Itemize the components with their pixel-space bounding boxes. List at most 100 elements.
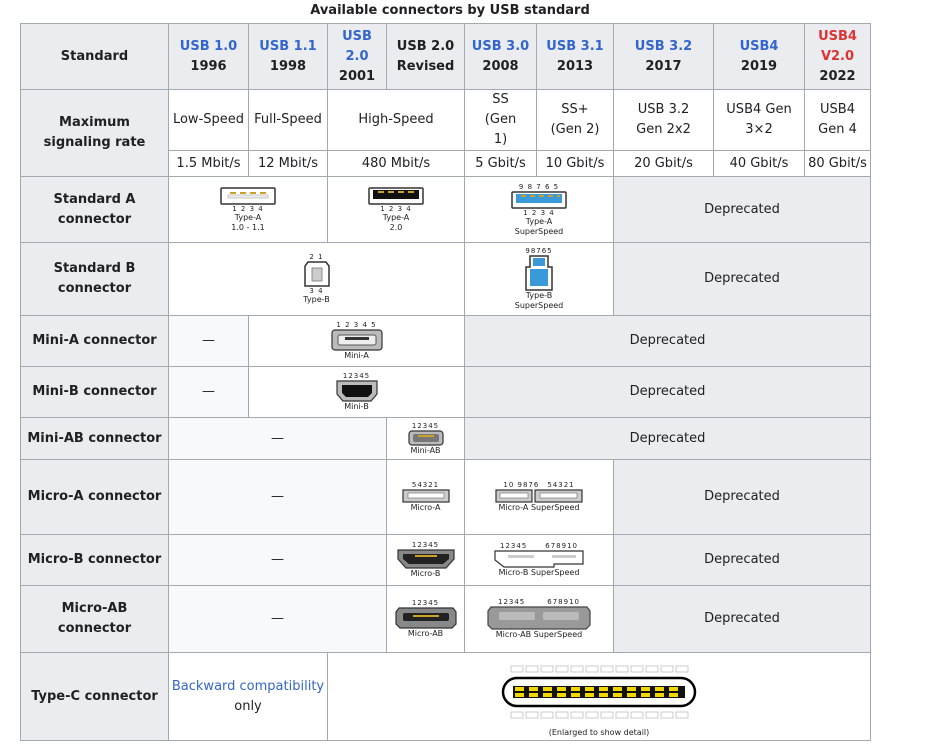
mini-ab-pins: 12345	[411, 421, 440, 430]
version-usb-1-0[interactable]: USB 1.0 1996	[168, 23, 249, 90]
mini-b-dash: —	[168, 366, 249, 418]
micro-ab-dash: —	[168, 585, 387, 653]
rate-cell: 12 Mbit/s	[248, 150, 328, 177]
rate-cell: 1.5 Mbit/s	[168, 150, 249, 177]
backward-compatibility-link[interactable]: Backward compatibility	[171, 677, 325, 697]
mini-ab-deprecated: Deprecated	[464, 417, 871, 460]
mode-cell: SS (Gen 1)	[464, 89, 537, 151]
type-a-2-sub: 2.0	[389, 222, 403, 232]
usb-connectors-table: Standard USB 1.0 1996 USB 1.1 1998 USB 2.0…	[20, 23, 871, 741]
micro-a-ss-cell: 10 9876 54321 Micro-A SuperSpeed	[464, 459, 614, 535]
header-row: Standard USB 1.0 1996 USB 1.1 1998 USB 2.0…	[20, 23, 871, 90]
type-c-compat-cell: Backward compatibility only	[168, 652, 328, 741]
micro-a-deprecated: Deprecated	[613, 459, 871, 535]
version-usb-2-0-revised: USB 2.0 Revised	[386, 23, 465, 90]
mini-b-caption: Mini-B	[344, 402, 369, 411]
mode-cell: Full-Speed	[248, 89, 328, 151]
micro-ab-icon	[394, 607, 457, 629]
micro-b-ss-caption: Micro-B SuperSpeed	[498, 568, 580, 577]
type-b-top-pins: 2 1	[309, 253, 324, 261]
mode-cell: USB4 Gen 4	[804, 89, 871, 151]
micro-ab-pins: 12345	[411, 599, 440, 607]
micro-b-label: Micro-B connector	[20, 534, 169, 586]
mini-ab-cell: 12345 Mini-AB	[386, 417, 465, 460]
version-usb-3-0[interactable]: USB 3.0 2008	[464, 23, 537, 90]
micro-ab-ss-caption: Micro-AB SuperSpeed	[495, 630, 583, 639]
type-a-1-cell: 1 2 3 4 Type-A 1.0 - 1.1	[168, 176, 328, 243]
version-usb-1-1[interactable]: USB 1.1 1998	[248, 23, 328, 90]
standard-header: Standard	[20, 23, 169, 90]
mode-cell: Low-Speed	[168, 89, 249, 151]
type-b-ss-cell: 98765 Type-B SuperSpeed	[464, 242, 614, 316]
standard-b-deprecated: Deprecated	[613, 242, 871, 316]
type-b-ss-sub: SuperSpeed	[514, 301, 564, 310]
type-b-cell: 2 1 3 4 Type-B	[168, 242, 465, 316]
micro-ab-deprecated: Deprecated	[613, 585, 871, 653]
micro-b-ss-icon	[494, 550, 584, 568]
mini-ab-dash: —	[168, 417, 387, 460]
rate-cell: 10 Gbit/s	[536, 150, 614, 177]
type-a-1-caption: Type-A	[234, 212, 262, 222]
type-c-icon	[501, 665, 697, 718]
rate-cell: 40 Gbit/s	[713, 150, 805, 177]
micro-a-icon	[401, 489, 450, 503]
mini-b-row: Mini-B connector — 12345 Mini-B Deprecat…	[20, 366, 871, 418]
mini-ab-label: Mini-AB connector	[20, 417, 169, 460]
type-a-ss-sub: SuperSpeed	[514, 226, 564, 236]
standard-b-row: Standard B connector 2 1 3 4 Type-B 9876…	[20, 242, 871, 316]
signaling-mode-row: Maximum signaling rate Low-Speed Full-Sp…	[20, 89, 871, 177]
type-a-1-sub: 1.0 - 1.1	[231, 222, 265, 232]
rate-cell: 20 Gbit/s	[613, 150, 714, 177]
type-b-ss-caption: Type-B	[525, 291, 553, 300]
mini-a-cell: 1 2 3 4 5 Mini-A	[248, 315, 465, 367]
micro-b-caption: Micro-B	[410, 569, 441, 578]
type-a-ss-pins: 1 2 3 4	[523, 208, 555, 217]
micro-a-caption: Micro-A	[410, 503, 441, 512]
type-a-ss-icon	[511, 190, 567, 209]
type-b-icon	[303, 261, 330, 287]
version-usb4-v2[interactable]: USB4 V2.0 2022	[804, 23, 871, 90]
mini-b-deprecated: Deprecated	[464, 366, 871, 418]
version-usb-3-2[interactable]: USB 3.2 2017	[613, 23, 714, 90]
mode-cell: USB 3.2 Gen 2x2	[613, 89, 714, 151]
rate-cell: 80 Gbit/s	[804, 150, 871, 177]
mini-ab-caption: Mini-AB	[410, 445, 441, 455]
type-b-bottom-pins: 3 4	[309, 287, 324, 295]
micro-a-ss-caption: Micro-A SuperSpeed	[498, 503, 580, 512]
mini-ab-icon	[407, 429, 444, 446]
micro-a-ss-right-pins: 54321	[547, 481, 575, 489]
rate-cell: 5 Gbit/s	[464, 150, 537, 177]
micro-b-ss-cell: 12345 678910 Micro-B SuperSpeed	[464, 534, 614, 586]
type-b-ss-top-pins: 98765	[525, 247, 553, 255]
micro-ab-caption: Micro-AB	[407, 629, 444, 638]
standard-a-row: Standard A connector 1 2 3 4 Type-A 1.0 …	[20, 176, 871, 243]
type-a-ss-caption: Type-A	[525, 216, 553, 226]
mode-cell: SS+ (Gen 2)	[536, 89, 614, 151]
mini-b-icon	[335, 380, 378, 402]
micro-ab-label: Micro-AB connector	[20, 585, 169, 653]
micro-ab-cell: 12345 Micro-AB	[386, 585, 465, 653]
mini-a-row: Mini-A connector — 1 2 3 4 5 Mini-A Depr…	[20, 315, 871, 367]
mini-a-pins: 1 2 3 4 5	[336, 321, 377, 329]
type-c-row: Type-C connector Backward compatibility …	[20, 652, 871, 741]
version-usb4[interactable]: USB4 2019	[713, 23, 805, 90]
micro-a-ss-left-pins: 10 9876	[503, 481, 540, 489]
micro-ab-ss-icon	[487, 606, 591, 630]
micro-b-ss-right-pins: 678910	[545, 542, 578, 550]
type-a-ss-top-pins: 9 8 7 6 5	[518, 182, 560, 191]
version-usb-2-0[interactable]: USB 2.0 2001	[327, 23, 387, 90]
micro-a-pins: 54321	[411, 481, 440, 489]
micro-a-dash: —	[168, 459, 387, 535]
mini-a-label: Mini-A connector	[20, 315, 169, 367]
micro-b-pins: 12345	[411, 541, 440, 549]
type-a-2-pins: 1 2 3 4	[380, 204, 412, 213]
micro-b-cell: 12345 Micro-B	[386, 534, 465, 586]
version-usb-3-1[interactable]: USB 3.1 2013	[536, 23, 614, 90]
type-a-2-icon	[368, 186, 424, 205]
type-a-1-icon	[220, 186, 276, 205]
micro-ab-ss-left-pins: 12345	[497, 598, 526, 606]
micro-ab-ss-cell: 12345 678910 Micro-AB SuperSpeed	[464, 585, 614, 653]
mini-b-pins: 12345	[342, 372, 371, 380]
mini-b-label: Mini-B connector	[20, 366, 169, 418]
micro-ab-row: Micro-AB connector — 12345 Micro-AB 1234…	[20, 585, 871, 653]
